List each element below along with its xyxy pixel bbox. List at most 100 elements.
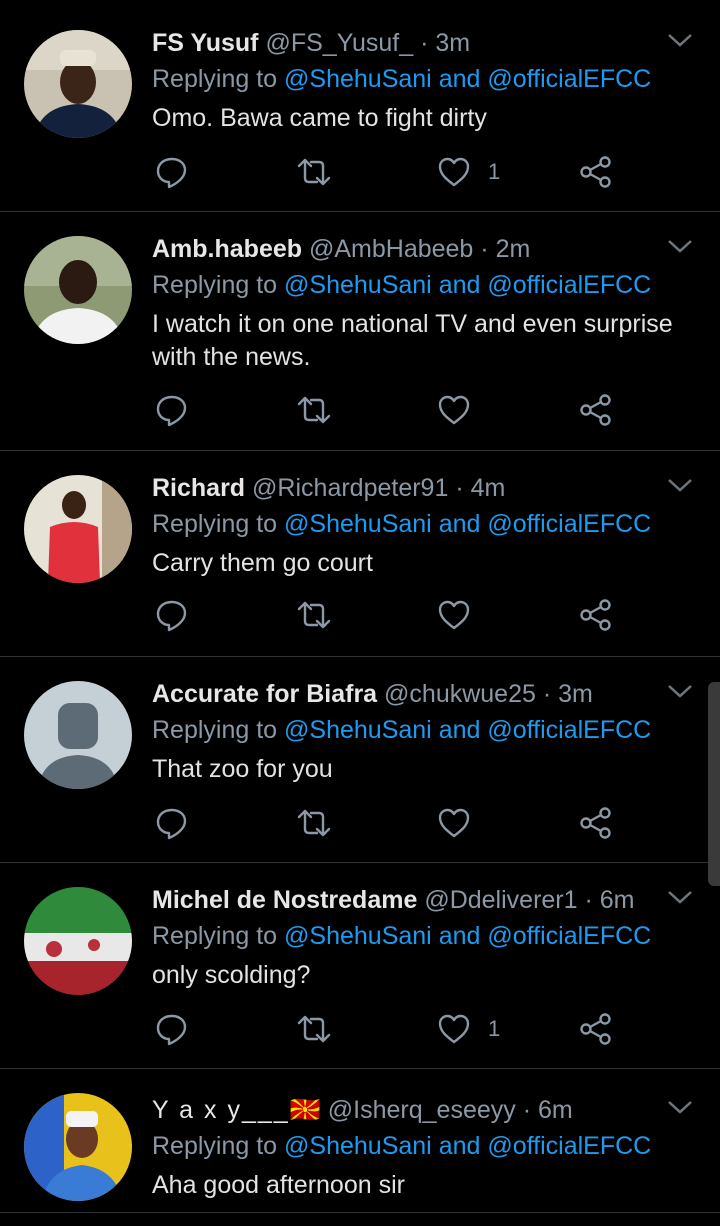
tweet-header: Richard @Richardpeter91 · 4m	[152, 471, 505, 505]
retweet-button[interactable]	[296, 1009, 332, 1049]
like-button[interactable]: 1	[436, 152, 500, 192]
user-handle[interactable]: @chukwue25	[384, 680, 536, 708]
mention-link[interactable]: @officialEFCC	[487, 65, 651, 93]
display-name[interactable]: FS Yusuf	[152, 29, 259, 57]
timestamp[interactable]: 3m	[558, 680, 593, 708]
mention-link[interactable]: @officialEFCC	[487, 716, 651, 744]
comment-icon	[156, 395, 187, 427]
replying-to: Replying to @ShehuSani and @officialEFCC	[152, 1129, 651, 1163]
retweet-button[interactable]	[296, 595, 332, 635]
mention-link[interactable]: @ShehuSani	[284, 922, 432, 950]
like-button[interactable]	[436, 803, 488, 843]
user-handle[interactable]: @Richardpeter91	[252, 474, 448, 502]
comment-icon	[156, 808, 187, 840]
avatar[interactable]	[24, 475, 132, 583]
avatar[interactable]	[24, 236, 132, 344]
chevron-down-icon[interactable]	[666, 236, 694, 256]
separator-dot: ·	[542, 680, 552, 708]
display-name[interactable]: Y a x y___	[152, 1096, 290, 1124]
timestamp[interactable]: 2m	[496, 235, 531, 263]
share-button[interactable]	[578, 595, 614, 635]
reply-button[interactable]	[154, 595, 190, 635]
tweet-header: FS Yusuf @FS_Yusuf_ · 3m	[152, 26, 470, 60]
tweet[interactable]: Y a x y___🇲🇰 @Isherq_eseeyy · 6m Replyin…	[0, 1093, 720, 1226]
retweet-button[interactable]	[296, 803, 332, 843]
retweet-button[interactable]	[296, 152, 332, 192]
mention-link[interactable]: @ShehuSani	[284, 510, 432, 538]
reply-button[interactable]	[154, 152, 190, 192]
chevron-down-icon[interactable]	[666, 681, 694, 701]
avatar[interactable]	[24, 30, 132, 138]
user-handle[interactable]: @Ddeliverer1	[424, 886, 577, 914]
mention-link[interactable]: @ShehuSani	[284, 65, 432, 93]
user-handle[interactable]: @Isherq_eseeyy	[328, 1096, 516, 1124]
mention-link[interactable]: @officialEFCC	[487, 922, 651, 950]
tweet[interactable]: FS Yusuf @FS_Yusuf_ · 3m Replying to @Sh…	[0, 26, 720, 212]
mention-and: and	[438, 510, 481, 538]
reply-button[interactable]	[154, 803, 190, 843]
share-button[interactable]	[578, 390, 614, 430]
chevron-down-icon[interactable]	[666, 475, 694, 495]
replying-to-label: Replying to	[152, 922, 278, 950]
user-handle[interactable]: @FS_Yusuf_	[265, 29, 413, 57]
tweet[interactable]: Richard @Richardpeter91 · 4m Replying to…	[0, 471, 720, 657]
timestamp[interactable]: 4m	[471, 474, 506, 502]
tweet[interactable]: Accurate for Biafra @chukwue25 · 3m Repl…	[0, 677, 720, 863]
mention-link[interactable]: @officialEFCC	[487, 510, 651, 538]
mention-and: and	[438, 716, 481, 744]
avatar[interactable]	[24, 887, 132, 995]
display-name[interactable]: Accurate for Biafra	[152, 680, 377, 708]
timestamp[interactable]: 3m	[435, 29, 470, 57]
replying-to-label: Replying to	[152, 65, 278, 93]
tweet[interactable]: Amb.habeeb @AmbHabeeb · 2m Replying to @…	[0, 232, 720, 450]
mention-and: and	[438, 65, 481, 93]
display-name[interactable]: Michel de Nostredame	[152, 886, 417, 914]
mention-link[interactable]: @ShehuSani	[284, 716, 432, 744]
scrollbar[interactable]	[708, 682, 720, 886]
tweet-header: Michel de Nostredame @Ddeliverer1 · 6m	[152, 883, 635, 917]
tweet-header: Accurate for Biafra @chukwue25 · 3m	[152, 677, 593, 711]
mention-link[interactable]: @ShehuSani	[284, 1132, 432, 1160]
heart-icon	[438, 808, 470, 838]
avatar[interactable]	[24, 681, 132, 789]
tweet-actions	[152, 390, 632, 430]
tweet[interactable]: Michel de Nostredame @Ddeliverer1 · 6m R…	[0, 883, 720, 1069]
comment-icon	[156, 1014, 187, 1046]
reply-button[interactable]	[154, 1009, 190, 1049]
tweet-actions	[152, 803, 632, 843]
user-handle[interactable]: @AmbHabeeb	[309, 235, 473, 263]
avatar[interactable]	[24, 1093, 132, 1201]
like-count: 1	[488, 159, 501, 184]
timestamp[interactable]: 6m	[600, 886, 635, 914]
separator-dot: ·	[455, 474, 464, 502]
chevron-down-icon[interactable]	[666, 30, 694, 50]
like-button[interactable]	[436, 390, 488, 430]
like-button[interactable]	[436, 595, 488, 635]
share-button[interactable]	[578, 1009, 614, 1049]
share-icon	[580, 394, 611, 426]
timestamp[interactable]: 6m	[538, 1096, 573, 1124]
share-button[interactable]	[578, 152, 614, 192]
tweet-actions: 1	[152, 1009, 632, 1049]
share-button[interactable]	[578, 803, 614, 843]
share-icon	[580, 599, 611, 631]
comment-icon	[156, 157, 187, 189]
divider	[0, 450, 720, 451]
replying-to: Replying to @ShehuSani and @officialEFCC	[152, 713, 651, 747]
flag-emoji-icon: 🇲🇰	[289, 1096, 321, 1124]
mention-link[interactable]: @officialEFCC	[487, 271, 651, 299]
mention-link[interactable]: @officialEFCC	[487, 1132, 651, 1160]
retweet-icon	[297, 396, 331, 424]
display-name[interactable]: Amb.habeeb	[152, 235, 302, 263]
tweet-text: That zoo for you	[152, 755, 333, 783]
heart-icon	[438, 157, 470, 187]
like-button[interactable]: 1	[436, 1009, 500, 1049]
chevron-down-icon[interactable]	[666, 1097, 694, 1117]
retweet-button[interactable]	[296, 390, 332, 430]
mention-link[interactable]: @ShehuSani	[284, 271, 432, 299]
display-name[interactable]: Richard	[152, 474, 245, 502]
chevron-down-icon[interactable]	[666, 887, 694, 907]
divider	[0, 862, 720, 863]
separator-dot: ·	[522, 1096, 532, 1124]
reply-button[interactable]	[154, 390, 190, 430]
